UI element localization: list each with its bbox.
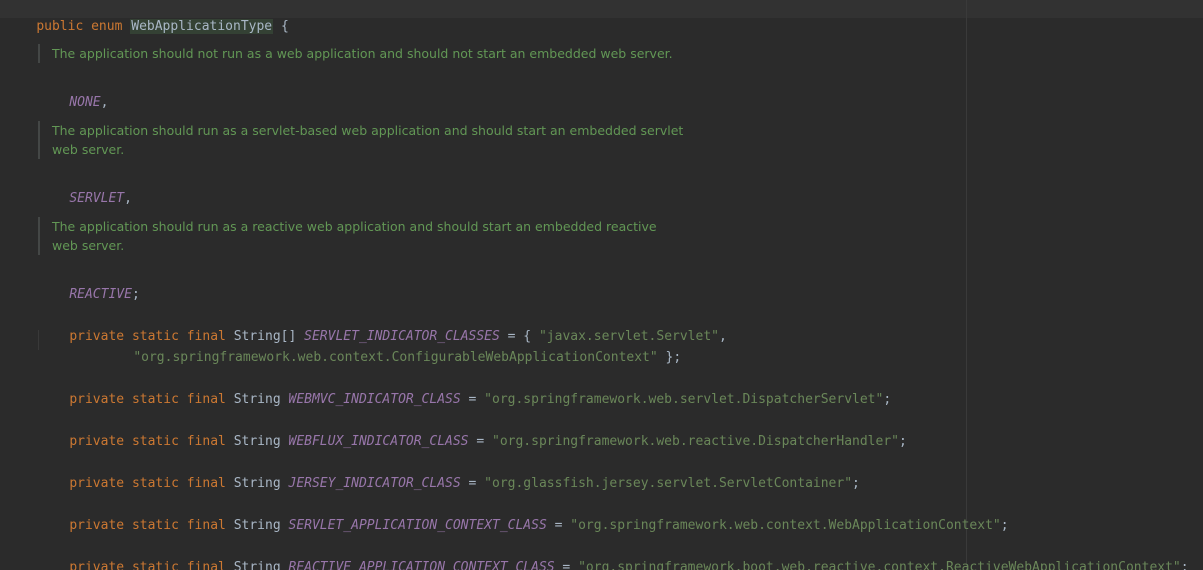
assign-operator: =	[546, 518, 571, 533]
field-name[interactable]: SERVLET_APPLICATION_CONTEXT_CLASS	[289, 518, 547, 533]
terminator: ;	[1180, 560, 1189, 570]
string-literal: "org.springframework.boot.web.reactive.c…	[578, 560, 1181, 570]
enum-separator: ,	[124, 191, 132, 206]
field-declaration-line[interactable]: private static final String[] SERVLET_IN…	[38, 310, 727, 344]
doc-line: The application should run as a reactive…	[52, 219, 657, 234]
field-declaration-line[interactable]: private static final String WEBMVC_INDIC…	[38, 373, 891, 407]
enum-class-name[interactable]: WebApplicationType	[130, 19, 274, 34]
keyword-static: static	[131, 518, 179, 533]
keyword-final: final	[186, 560, 226, 570]
field-declaration-line[interactable]: private static final String WEBFLUX_INDI…	[38, 415, 907, 449]
enum-declaration-line[interactable]: public enum WebApplicationType {	[5, 0, 289, 34]
doc-line: The application should not run as a web …	[52, 46, 673, 61]
separator: ,	[718, 329, 727, 344]
keyword-enum: enum	[91, 19, 123, 34]
assign-operator: =	[460, 392, 485, 407]
doc-line: web server.	[52, 238, 125, 253]
keyword-static: static	[131, 560, 179, 570]
enum-constant-line[interactable]: NONE,	[38, 76, 108, 110]
field-name[interactable]: REACTIVE_APPLICATION_CONTEXT_CLASS	[289, 560, 555, 570]
enum-constant-line[interactable]: REACTIVE;	[38, 268, 139, 302]
assign-operator: =	[460, 476, 485, 491]
keyword-static: static	[131, 392, 179, 407]
enum-terminator: ;	[131, 287, 140, 302]
field-type: String	[233, 434, 281, 449]
assign-operator: =	[554, 560, 579, 570]
field-type: String	[233, 392, 281, 407]
keyword-final: final	[186, 392, 226, 407]
keyword-final: final	[186, 434, 226, 449]
keyword-final: final	[186, 476, 226, 491]
doc-line: web server.	[52, 142, 125, 157]
array-close: };	[657, 350, 682, 365]
keyword-private: private	[69, 518, 125, 533]
enum-constant-none[interactable]: NONE	[69, 95, 100, 110]
keyword-final: final	[186, 518, 226, 533]
keyword-static: static	[131, 476, 179, 491]
string-literal: "org.glassfish.jersey.servlet.ServletCon…	[484, 476, 853, 491]
string-literal: "org.springframework.web.context.Configu…	[133, 350, 658, 365]
keyword-static: static	[131, 434, 179, 449]
field-declaration-line[interactable]: private static final String REACTIVE_APP…	[38, 541, 1188, 570]
field-type: String	[233, 476, 281, 491]
field-declaration-line[interactable]: private static final String SERVLET_APPL…	[38, 499, 1008, 533]
enum-constant-reactive[interactable]: REACTIVE	[69, 287, 132, 302]
terminator: ;	[852, 476, 860, 491]
field-continuation-line[interactable]: "org.springframework.web.context.Configu…	[102, 331, 681, 365]
field-type: String	[233, 518, 281, 533]
terminator: ;	[1000, 518, 1009, 533]
assign-operator: =	[468, 434, 492, 449]
right-margin-guide	[966, 0, 967, 570]
javadoc-servlet[interactable]: The application should run as a servlet-…	[38, 121, 683, 159]
keyword-private: private	[69, 434, 125, 449]
javadoc-reactive[interactable]: The application should run as a reactive…	[38, 217, 657, 255]
enum-separator: ,	[100, 95, 109, 110]
string-literal: "org.springframework.web.reactive.Dispat…	[492, 434, 899, 449]
keyword-private: private	[69, 560, 125, 570]
string-literal: "org.springframework.web.context.WebAppl…	[570, 518, 1001, 533]
string-literal: "org.springframework.web.servlet.Dispatc…	[484, 392, 884, 407]
keyword-private: private	[69, 392, 125, 407]
keyword-private: private	[69, 476, 125, 491]
field-type: String	[233, 560, 281, 570]
open-brace: {	[280, 19, 289, 34]
javadoc-none[interactable]: The application should not run as a web …	[38, 44, 673, 63]
field-name[interactable]: WEBFLUX_INDICATOR_CLASS	[289, 434, 469, 449]
terminator: ;	[883, 392, 892, 407]
enum-constant-line[interactable]: SERVLET,	[38, 172, 132, 206]
enum-constant-servlet[interactable]: SERVLET	[69, 191, 124, 206]
code-editor[interactable]: public enum WebApplicationType { The app…	[0, 0, 1203, 570]
indent-guide	[38, 330, 39, 350]
terminator: ;	[899, 434, 907, 449]
keyword-public: public	[36, 19, 84, 34]
field-name[interactable]: WEBMVC_INDICATOR_CLASS	[289, 392, 461, 407]
doc-line: The application should run as a servlet-…	[52, 123, 684, 138]
field-name[interactable]: JERSEY_INDICATOR_CLASS	[289, 476, 461, 491]
field-declaration-line[interactable]: private static final String JERSEY_INDIC…	[38, 457, 860, 491]
